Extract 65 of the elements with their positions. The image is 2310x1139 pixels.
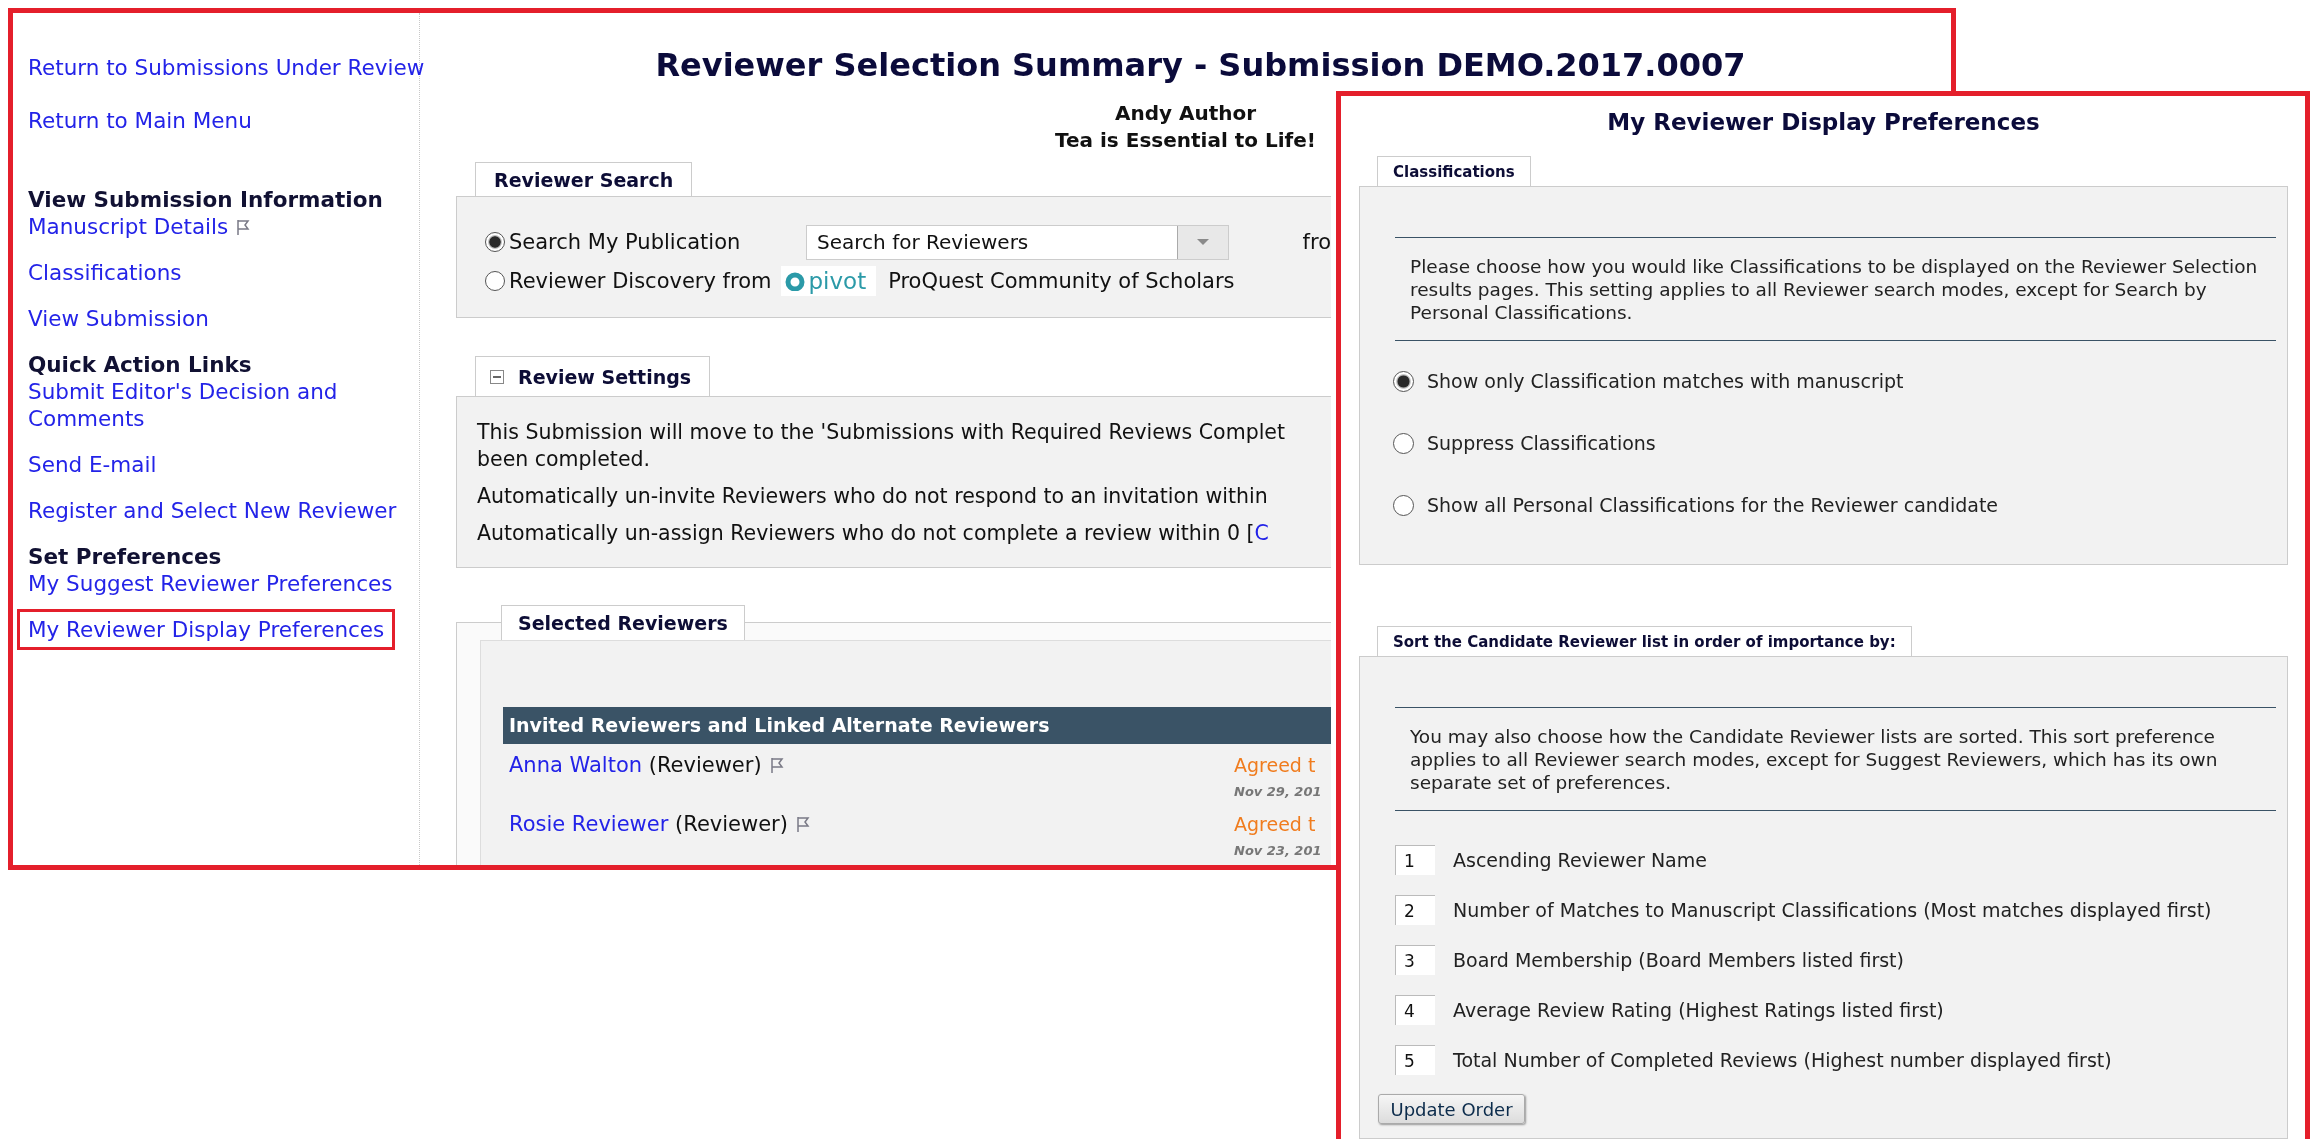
sidebar-link[interactable]: Classifications	[28, 259, 182, 286]
rank-field[interactable]: 5	[1395, 1045, 1435, 1075]
reviewer-link[interactable]: Rosie Reviewer	[509, 812, 669, 836]
rank-field[interactable]: 4	[1395, 995, 1435, 1025]
settings-text: Automatically un-assign Reviewers who do not complete a review within 0 [	[477, 521, 1255, 545]
status-text: Agreed t	[1234, 812, 1317, 837]
radio-button[interactable]	[485, 271, 505, 291]
settings-text: Automatically un-invite Reviewers who do not respond to an invitation within	[477, 483, 1269, 510]
text-link[interactable]: C	[1254, 521, 1269, 545]
date-text: Nov 29, 201	[1234, 783, 1322, 801]
reviewer-role: (Reviewer)	[647, 753, 762, 777]
caret-icon	[1195, 238, 1210, 246]
criterion-label: Total Number of Completed Reviews (Highest number displayed first)	[1453, 1049, 2112, 1071]
window-title: My Reviewer Display Preferences	[1606, 108, 2041, 137]
radio-label: Search My Publication	[509, 230, 741, 254]
rank-field[interactable]: 1	[1395, 845, 1435, 875]
manuscript-title: Tea is Essential to Life!	[1055, 127, 1316, 154]
collapse-icon[interactable]	[490, 369, 504, 384]
flag-icon[interactable]	[769, 757, 784, 774]
criterion-label: Number of Matches to Manuscript Classifications (Most matches displayed first)	[1453, 899, 2212, 921]
radio-label: Reviewer Discovery from	[509, 269, 772, 293]
panel-title: Review Settings	[518, 365, 692, 388]
cut-text: fro	[1302, 230, 1331, 254]
criterion-label: Average Review Rating (Highest Ratings listed first)	[1453, 999, 1944, 1021]
logo-text: pivot	[808, 267, 867, 296]
description-text: You may also choose how the Candidate Reviewer lists are sorted. This sort preference applies to all Reviewer search modes, except for Suggest Reviewers, which has its own separate set of preferences.	[1410, 725, 2219, 794]
radio-label: Show all Personal Classifications for the Reviewer candidate	[1427, 494, 1999, 516]
logo-caption: ProQuest Community of Scholars	[888, 269, 1235, 293]
ring-icon	[785, 271, 806, 291]
section-heading: Quick Action Links	[28, 351, 252, 378]
flag-icon[interactable]	[236, 219, 251, 236]
criterion-label: Ascending Reviewer Name	[1453, 849, 1707, 871]
author-name: Andy Author	[1114, 100, 1257, 127]
search-mode-dropdown[interactable]: Search for Reviewers	[806, 224, 1229, 260]
page-title: Reviewer Selection Summary - Submission DEMO.2017.0007	[654, 47, 1747, 83]
radio-button[interactable]	[1393, 370, 1414, 392]
description-text: Please choose how you would like Classifications to be displayed on the Reviewer Selection results pages. This setting applies to all Reviewer search modes, except for Search by Personal Classifications.	[1410, 255, 2259, 324]
sidebar-link[interactable]: Register and Select New Reviewer	[28, 497, 397, 524]
table-header: Invited Reviewers and Linked Alternate Reviewers	[503, 707, 1331, 744]
status-text: Agreed t	[1234, 753, 1317, 778]
radio-label: Suppress Classifications	[1427, 432, 1656, 454]
settings-text: been completed.	[477, 446, 652, 473]
reviewer-role: (Reviewer)	[674, 812, 788, 836]
sidebar-link[interactable]: Manuscript Details	[28, 214, 229, 239]
flag-icon[interactable]	[795, 816, 810, 833]
radio-button[interactable]	[1393, 432, 1414, 454]
sidebar-link[interactable]: My Suggest Reviewer Preferences	[28, 570, 393, 597]
update-order-button[interactable]: Update Order	[1378, 1094, 1525, 1124]
rank-field[interactable]: 2	[1395, 895, 1435, 925]
criterion-label: Board Membership (Board Members listed first)	[1453, 949, 1904, 971]
date-text: Nov 23, 201	[1234, 842, 1322, 860]
reviewer-link[interactable]: Anna Walton	[509, 753, 643, 777]
section-heading: Set Preferences	[28, 543, 222, 570]
section-heading: View Submission Information	[28, 186, 383, 213]
radio-button[interactable]	[485, 232, 505, 252]
sidebar-link[interactable]: Submit Editor's Decision and Comments	[28, 378, 418, 432]
settings-text: This Submission will move to the 'Submissions with Required Reviews Complet	[477, 419, 1286, 446]
radio-button[interactable]	[1393, 494, 1414, 516]
sidebar-link[interactable]: Return to Main Menu	[28, 107, 252, 134]
sidebar-link[interactable]: Send E-mail	[28, 451, 157, 478]
radio-label: Show only Classification matches with manuscript	[1427, 370, 1904, 392]
sidebar-link[interactable]: View Submission	[28, 305, 209, 332]
rank-field[interactable]: 3	[1395, 945, 1435, 975]
sidebar-link[interactable]: Return to Submissions Under Review	[28, 54, 425, 81]
sidebar-link[interactable]: My Reviewer Display Preferences	[17, 609, 396, 650]
